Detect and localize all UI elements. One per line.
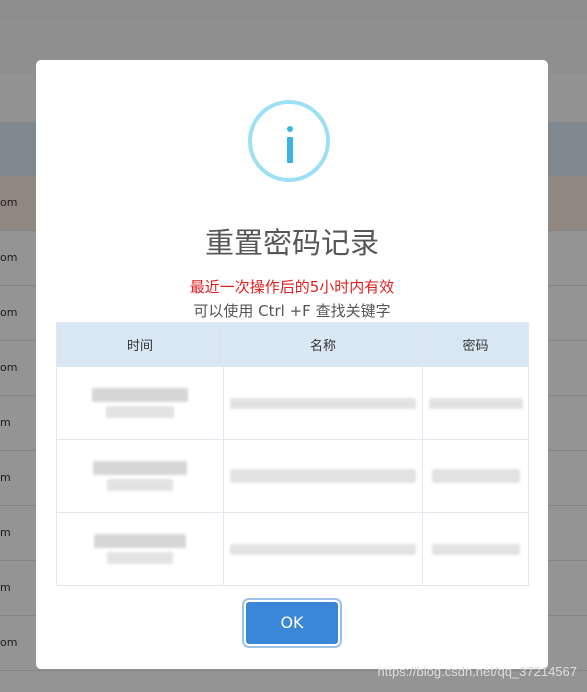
records-table: 时间 名称 密码 [56, 322, 529, 586]
watermark: https://blog.csdn.net/qq_37214567 [377, 664, 578, 679]
search-hint: 可以使用 Ctrl +F 查找关键字 [193, 302, 391, 320]
validity-notice: 最近一次操作后的5小时内有效 [189, 278, 395, 296]
ok-button[interactable]: OK [244, 600, 340, 646]
cell-name-redacted [223, 366, 423, 440]
column-header-time: 时间 [56, 322, 224, 367]
cell-time-redacted [56, 366, 224, 440]
reset-password-dialog: 重置密码记录 最近一次操作后的5小时内有效 可以使用 Ctrl +F 查找关键字… [36, 60, 548, 669]
cell-password-redacted [422, 439, 529, 513]
table-row [56, 366, 529, 440]
cell-time-redacted [56, 439, 224, 513]
table-header-row: 时间 名称 密码 [56, 322, 529, 367]
table-row [56, 512, 529, 586]
cell-password-redacted [422, 512, 529, 586]
cell-password-redacted [422, 366, 529, 440]
cell-time-redacted [56, 512, 224, 586]
cell-name-redacted [223, 512, 423, 586]
column-header-name: 名称 [223, 322, 423, 367]
table-row [56, 439, 529, 513]
column-header-password: 密码 [422, 322, 529, 367]
info-icon [248, 100, 330, 182]
dialog-title: 重置密码记录 [204, 226, 379, 260]
cell-name-redacted [223, 439, 423, 513]
